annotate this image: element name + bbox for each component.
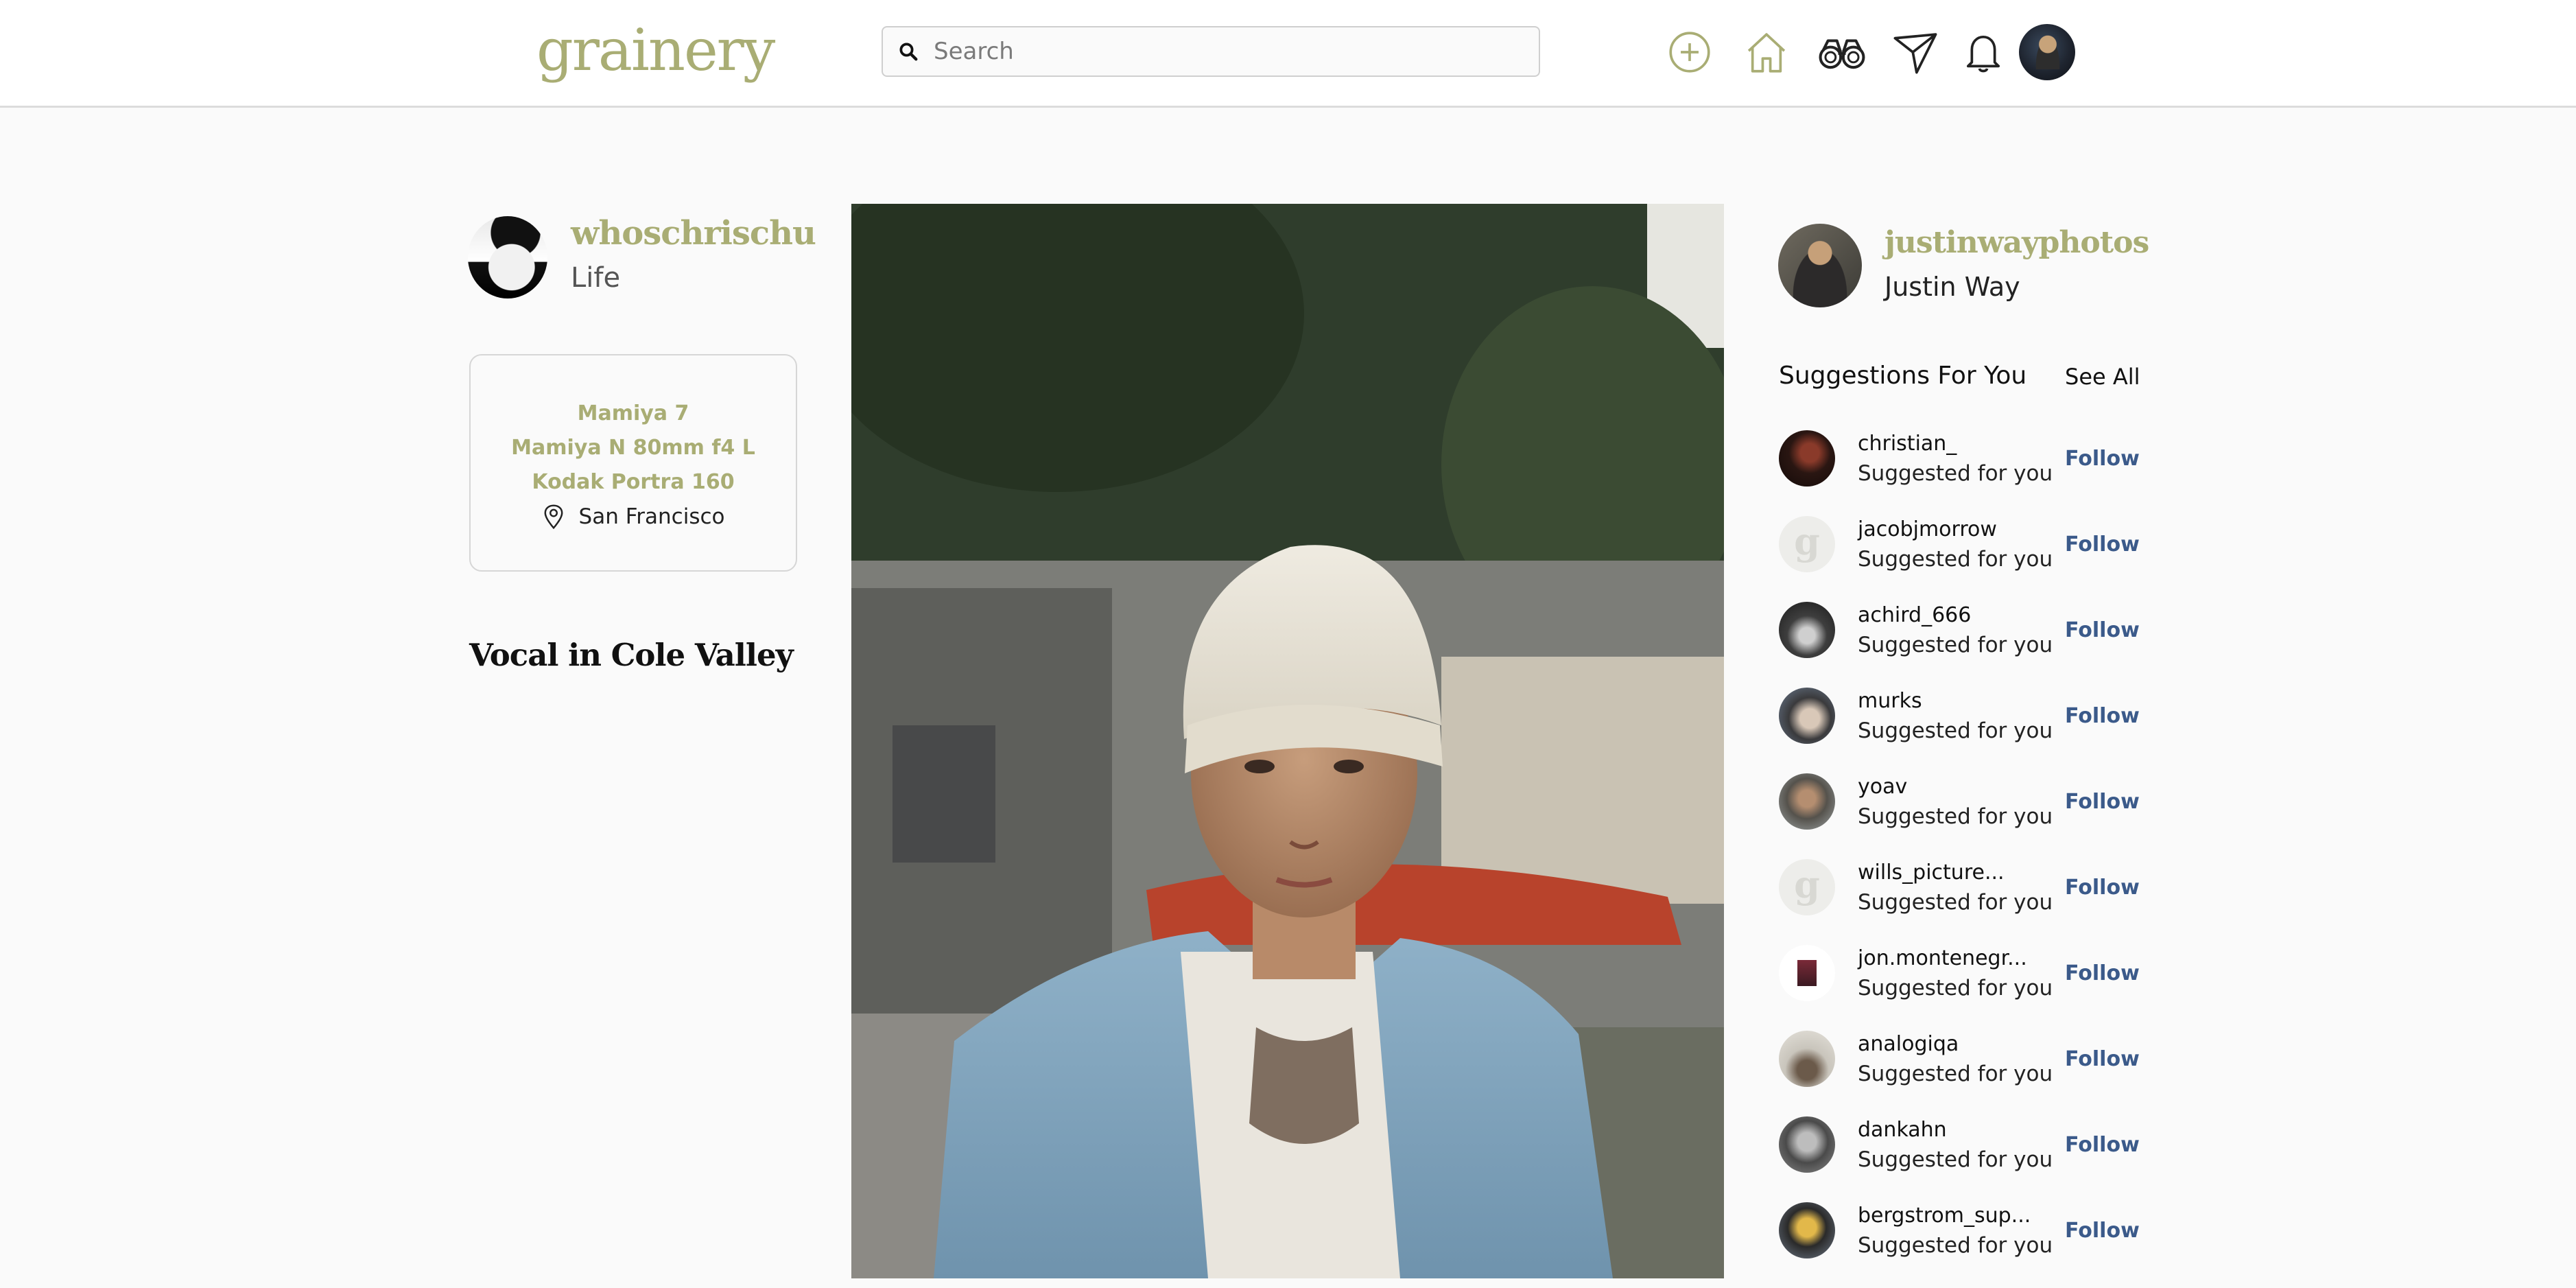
follow-button[interactable]: Follow (2065, 447, 2140, 471)
author-avatar[interactable] (468, 216, 547, 298)
new-post-button[interactable] (1662, 25, 1717, 80)
suggestion-subtitle: Suggested for you (1858, 976, 2053, 1000)
suggestions-heading: Suggestions For You (1779, 362, 2027, 390)
suggestion-row: dankahn Suggested for you Follow (1779, 1116, 2140, 1202)
explore-button[interactable] (1815, 25, 1869, 80)
suggestion-avatar[interactable] (1779, 1116, 1835, 1173)
suggestion-avatar[interactable] (1779, 1202, 1835, 1258)
follow-button[interactable]: Follow (2065, 790, 2140, 814)
suggestion-subtitle: Suggested for you (1858, 1062, 2053, 1086)
suggestions-list: christian_ Suggested for you Follow g ja… (1779, 430, 2140, 1288)
suggestion-subtitle: Suggested for you (1858, 547, 2053, 572)
suggestion-row: analogiqa Suggested for you Follow (1779, 1031, 2140, 1116)
author-subtitle: Life (571, 262, 621, 294)
suggestion-row: christian_ Suggested for you Follow (1779, 430, 2140, 516)
current-user-full-name: Justin Way (1884, 272, 2020, 302)
grainery-placeholder-icon: g (1794, 519, 1820, 563)
gear-card: Mamiya 7 Mamiya N 80mm f4 L Kodak Portra… (469, 354, 797, 572)
suggestion-avatar[interactable] (1779, 430, 1835, 487)
suggestion-avatar[interactable] (1779, 773, 1835, 830)
follow-button[interactable]: Follow (2065, 704, 2140, 728)
binoculars-icon (1819, 39, 1865, 69)
paper-plane-icon (1893, 33, 1937, 74)
suggestion-subtitle: Suggested for you (1858, 1147, 2053, 1172)
suggestion-username[interactable]: analogiqa (1858, 1032, 1959, 1056)
location-pin-icon (544, 504, 563, 530)
suggestion-row: murks Suggested for you Follow (1779, 688, 2140, 773)
suggestion-username[interactable]: murks (1858, 689, 1922, 713)
profile-avatar[interactable] (2019, 24, 2075, 80)
see-all-link[interactable]: See All (2065, 364, 2140, 390)
home-icon (1747, 33, 1786, 73)
film-label: Kodak Portra 160 (532, 470, 735, 494)
suggestion-subtitle: Suggested for you (1858, 633, 2053, 657)
messages-button[interactable] (1888, 25, 1943, 80)
follow-button[interactable]: Follow (2065, 532, 2140, 557)
suggestion-row: g jacobjmorrow Suggested for you Follow (1779, 516, 2140, 602)
suggestion-avatar[interactable] (1779, 945, 1835, 1001)
author-username[interactable]: whoschrischu (571, 214, 816, 253)
suggestion-username[interactable]: jacobjmorrow (1858, 517, 1997, 541)
suggestion-avatar[interactable] (1779, 1031, 1835, 1087)
suggestion-row: yoav Suggested for you Follow (1779, 773, 2140, 859)
suggestion-avatar[interactable]: g (1779, 859, 1835, 915)
follow-button[interactable]: Follow (2065, 876, 2140, 900)
location-label: San Francisco (578, 504, 725, 529)
current-user-avatar[interactable] (1778, 224, 1862, 307)
post-photo[interactable] (851, 204, 1724, 1278)
suggestion-username[interactable]: bergstrom_sup... (1858, 1204, 2031, 1228)
camera-label: Mamiya 7 (577, 401, 689, 425)
suggestion-subtitle: Suggested for you (1858, 1233, 2053, 1258)
lens-label: Mamiya N 80mm f4 L (511, 436, 755, 460)
suggestion-username[interactable]: dankahn (1858, 1118, 1947, 1142)
follow-button[interactable]: Follow (2065, 1133, 2140, 1157)
search-box[interactable] (882, 26, 1540, 77)
suggestion-row: achird_666 Suggested for you Follow (1779, 602, 2140, 688)
grainery-logo[interactable]: grainery (536, 12, 775, 88)
grainery-placeholder-icon: g (1794, 863, 1820, 906)
suggestion-subtitle: Suggested for you (1858, 461, 2053, 486)
home-button[interactable] (1739, 25, 1794, 80)
suggestion-row: jon.montenegr... Suggested for you Follo… (1779, 945, 2140, 1031)
follow-button[interactable]: Follow (2065, 1219, 2140, 1243)
top-navigation-bar: grainery (0, 0, 2576, 108)
suggestion-subtitle: Suggested for you (1858, 804, 2053, 829)
suggestion-row: g wills_picture... Suggested for you Fol… (1779, 859, 2140, 945)
suggestion-subtitle: Suggested for you (1858, 718, 2053, 743)
follow-button[interactable]: Follow (2065, 961, 2140, 985)
follow-button[interactable]: Follow (2065, 1047, 2140, 1071)
suggestion-username[interactable]: yoav (1858, 775, 1907, 799)
suggestion-avatar[interactable] (1779, 602, 1835, 658)
suggestion-avatar[interactable]: g (1779, 516, 1835, 572)
suggestion-username[interactable]: wills_picture... (1858, 860, 2005, 885)
portrait-photo-image (851, 204, 1724, 1278)
search-input[interactable] (934, 38, 1524, 65)
plus-circle-icon (1669, 32, 1710, 73)
suggestion-username[interactable]: christian_ (1858, 432, 1957, 456)
bell-icon (1966, 35, 2000, 73)
location: San Francisco (471, 500, 796, 534)
search-icon (899, 43, 918, 61)
notifications-button[interactable] (1956, 25, 2011, 80)
follow-button[interactable]: Follow (2065, 618, 2140, 642)
suggestion-username[interactable]: achird_666 (1858, 603, 1971, 627)
suggestion-subtitle: Suggested for you (1858, 890, 2053, 915)
suggestion-avatar[interactable] (1779, 688, 1835, 744)
suggestion-username[interactable]: jon.montenegr... (1858, 946, 2027, 970)
suggestion-row: bergstrom_sup... Suggested for you Follo… (1779, 1202, 2140, 1288)
post-title: Vocal in Cole Valley (469, 637, 794, 673)
current-user-username[interactable]: justinwayphotos (1884, 225, 2149, 260)
